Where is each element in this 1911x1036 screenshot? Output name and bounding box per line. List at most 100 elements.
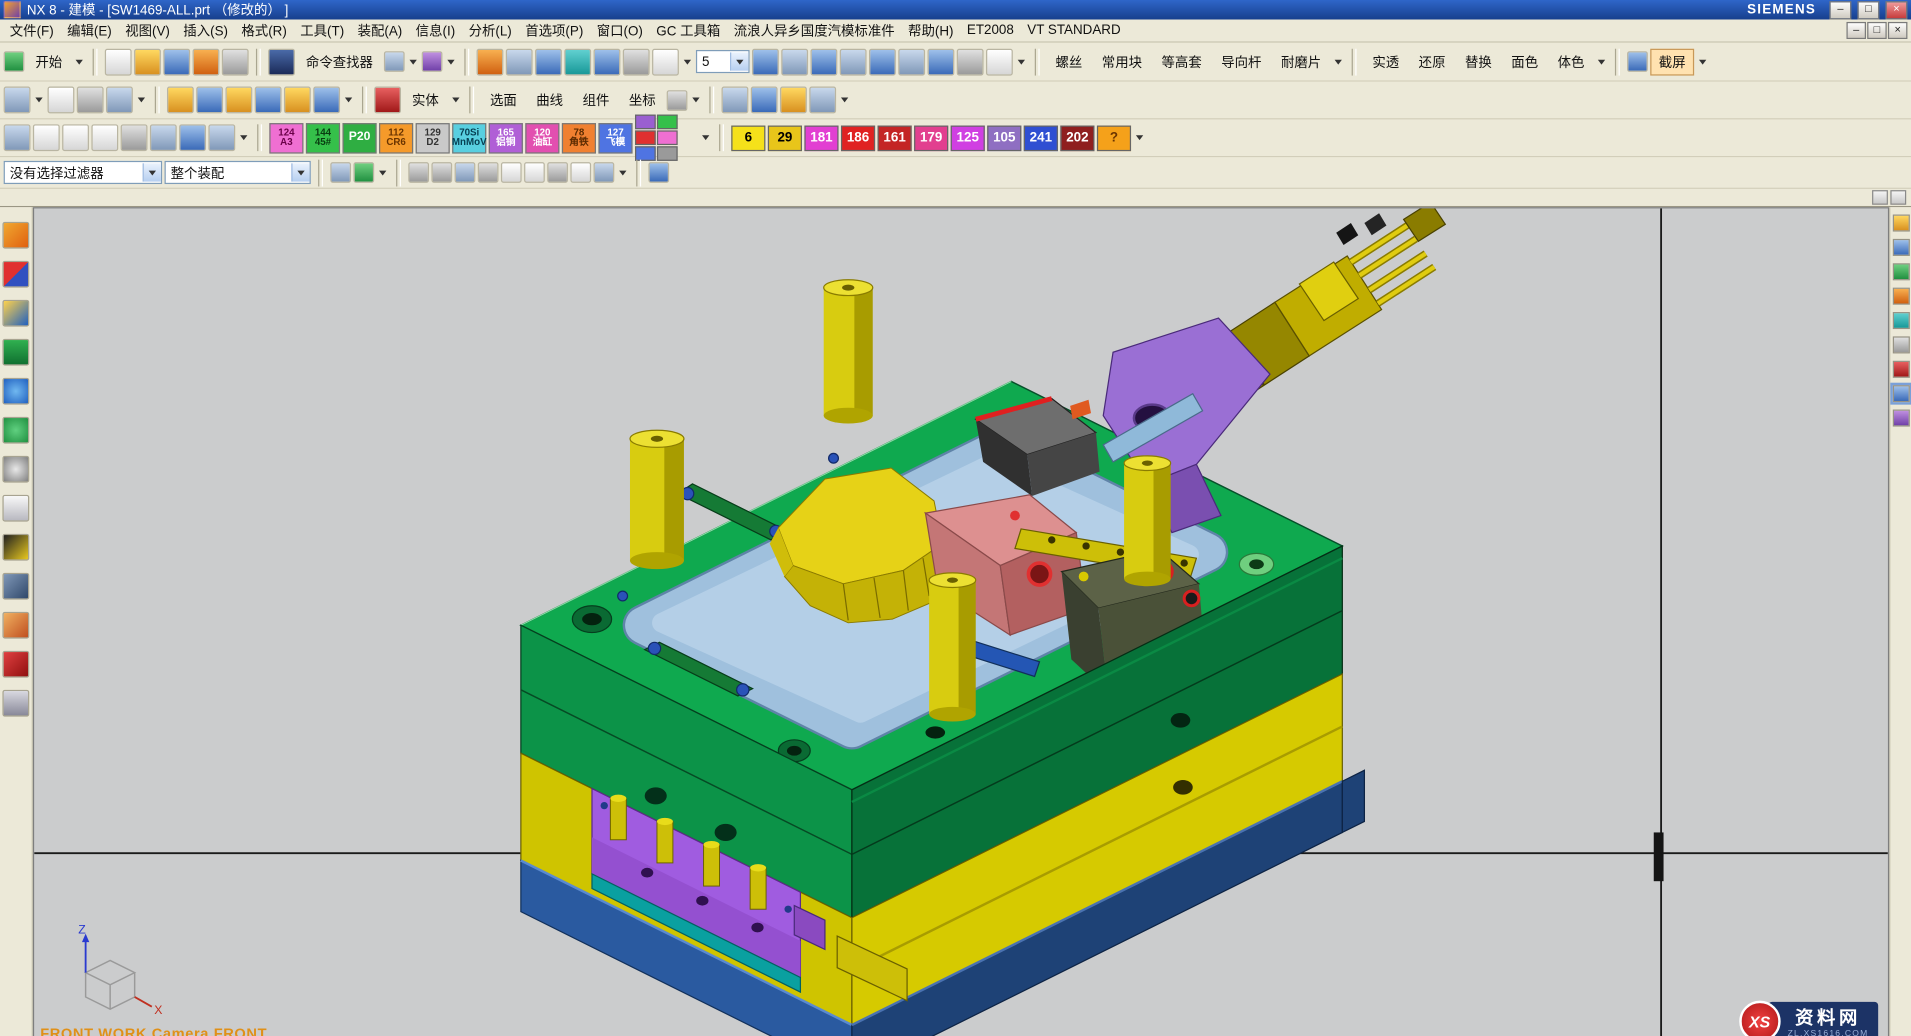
dropdown-caret-icon[interactable]: [1699, 59, 1706, 64]
dropdown-caret-icon[interactable]: [619, 170, 626, 175]
command-finder-button[interactable]: 命令查找器: [297, 48, 381, 75]
new-file-icon[interactable]: [105, 48, 132, 75]
wireframe-icon[interactable]: [811, 48, 838, 75]
menu-gc-toolbox[interactable]: GC 工具箱: [650, 20, 726, 42]
guide-pin-3[interactable]: [1124, 456, 1171, 586]
model-canvas[interactable]: Z X: [34, 208, 1888, 1036]
select-component-button[interactable]: 组件: [574, 87, 618, 114]
rotate-view-icon[interactable]: [594, 48, 621, 75]
dropdown-caret-icon[interactable]: [410, 59, 417, 64]
material-124-a3-button[interactable]: 124 A3: [269, 122, 303, 152]
dropdown-caret-icon[interactable]: [1598, 59, 1605, 64]
hd3d-tools-icon[interactable]: [1892, 312, 1909, 329]
layer-combo[interactable]: 5: [696, 50, 750, 73]
left-tool-globe-icon[interactable]: [2, 417, 29, 444]
material-165-button[interactable]: 165 铝铜: [489, 122, 523, 152]
display-restore-button[interactable]: 还原: [1410, 48, 1454, 75]
select-face-button[interactable]: 选面: [481, 87, 525, 114]
material-120-button[interactable]: 120 油缸: [525, 122, 559, 152]
subtract-icon[interactable]: [284, 87, 311, 114]
material-70si-button[interactable]: 70Si MnMoV: [452, 122, 486, 152]
material-129-d2-button[interactable]: 129 D2: [416, 122, 450, 152]
combo-arrow-icon[interactable]: [143, 163, 161, 181]
color-29-button[interactable]: 29: [768, 125, 802, 151]
offset-curve-icon[interactable]: [208, 124, 235, 151]
ellipse-icon[interactable]: [179, 124, 206, 151]
snap-point-on-face-icon[interactable]: [594, 162, 615, 183]
mirror-icon[interactable]: [809, 87, 836, 114]
display-face-color-button[interactable]: 面色: [1503, 48, 1547, 75]
zoom-icon[interactable]: [535, 48, 562, 75]
text-icon[interactable]: [121, 124, 148, 151]
start-button[interactable]: 开始: [27, 48, 71, 75]
mini-material-button[interactable]: [657, 130, 678, 145]
rectangle-icon[interactable]: [91, 124, 118, 151]
snap-ball-icon[interactable]: [648, 162, 669, 183]
orient-view-icon[interactable]: [928, 48, 955, 75]
color-161-button[interactable]: 161: [878, 125, 912, 151]
guide-pin-2[interactable]: [824, 280, 873, 424]
move-object-icon[interactable]: [751, 87, 778, 114]
prompt-dock-icon[interactable]: [1872, 190, 1888, 205]
snap-end-icon[interactable]: [408, 162, 429, 183]
touch-mode-icon[interactable]: [384, 51, 405, 72]
color-6-button[interactable]: 6: [731, 125, 765, 151]
background-icon[interactable]: [652, 48, 679, 75]
color-181-button[interactable]: 181: [804, 125, 838, 151]
dropdown-caret-icon[interactable]: [240, 135, 247, 140]
left-tool-history-icon[interactable]: [2, 456, 29, 483]
shaded-icon[interactable]: [781, 48, 808, 75]
left-tool-browser-icon[interactable]: [2, 378, 29, 405]
minimize-button[interactable]: –: [1829, 1, 1851, 19]
left-tool-list-icon[interactable]: [2, 495, 29, 522]
snap-existing-point-icon[interactable]: [547, 162, 568, 183]
solid-block-icon[interactable]: [374, 87, 401, 114]
dropdown-caret-icon[interactable]: [684, 59, 691, 64]
snap-mid-icon[interactable]: [431, 162, 452, 183]
guide-pin-1[interactable]: [630, 430, 684, 569]
snap-point-on-curve-icon[interactable]: [570, 162, 591, 183]
datum-plane-icon[interactable]: [48, 87, 75, 114]
snap-point-icon[interactable]: [353, 162, 374, 183]
left-tool-chart-icon[interactable]: [2, 339, 29, 366]
highlight-icon[interactable]: [330, 162, 351, 183]
open-file-icon[interactable]: [134, 48, 161, 75]
blend-icon[interactable]: [313, 87, 340, 114]
perspective-icon[interactable]: [623, 48, 650, 75]
assembly-navigator-icon[interactable]: [1892, 215, 1909, 232]
profile-icon[interactable]: [4, 124, 31, 151]
menu-edit[interactable]: 编辑(E): [61, 20, 118, 42]
dropdown-caret-icon[interactable]: [35, 98, 42, 103]
std-part-spacer-button[interactable]: 等高套: [1153, 48, 1210, 75]
combo-arrow-icon[interactable]: [730, 52, 748, 70]
face-analysis-icon[interactable]: [869, 48, 896, 75]
title-bar[interactable]: NX 8 - 建模 - [SW1469-ALL.prt （修改的） ] SIEM…: [0, 0, 1911, 20]
arc-icon[interactable]: [62, 124, 89, 151]
pattern-icon[interactable]: [780, 87, 807, 114]
mdi-restore-button[interactable]: □: [1867, 22, 1887, 39]
screen-capture-button[interactable]: 截屏: [1650, 48, 1694, 75]
help-button[interactable]: ?: [1097, 125, 1131, 151]
datum-grid-icon[interactable]: [4, 87, 31, 114]
material-144-45-button[interactable]: 144 45#: [306, 122, 340, 152]
solid-button[interactable]: 实体: [403, 87, 447, 114]
std-part-wear-plate-button[interactable]: 耐磨片: [1272, 48, 1329, 75]
datum-csys-icon[interactable]: [77, 87, 104, 114]
line-icon[interactable]: [33, 124, 60, 151]
web-browser-icon[interactable]: [1892, 336, 1909, 353]
dropdown-caret-icon[interactable]: [138, 98, 145, 103]
mini-material-button[interactable]: [635, 130, 656, 145]
left-tool-standard-parts-icon[interactable]: [2, 300, 29, 327]
menu-information[interactable]: 信息(I): [410, 20, 462, 42]
command-finder-icon[interactable]: [268, 48, 295, 75]
part-navigator-icon[interactable]: [1892, 263, 1909, 280]
mold-assembly-model[interactable]: [521, 208, 1445, 1036]
clear-selection-icon[interactable]: [667, 90, 688, 111]
measure-icon[interactable]: [722, 87, 749, 114]
left-tool-utility-icon[interactable]: [2, 573, 29, 600]
left-tool-directions-icon[interactable]: [2, 222, 29, 249]
snap-arc-center-icon[interactable]: [501, 162, 522, 183]
pan-icon[interactable]: [564, 48, 591, 75]
window-layout-icon[interactable]: [986, 48, 1013, 75]
dropdown-caret-icon[interactable]: [1335, 59, 1342, 64]
